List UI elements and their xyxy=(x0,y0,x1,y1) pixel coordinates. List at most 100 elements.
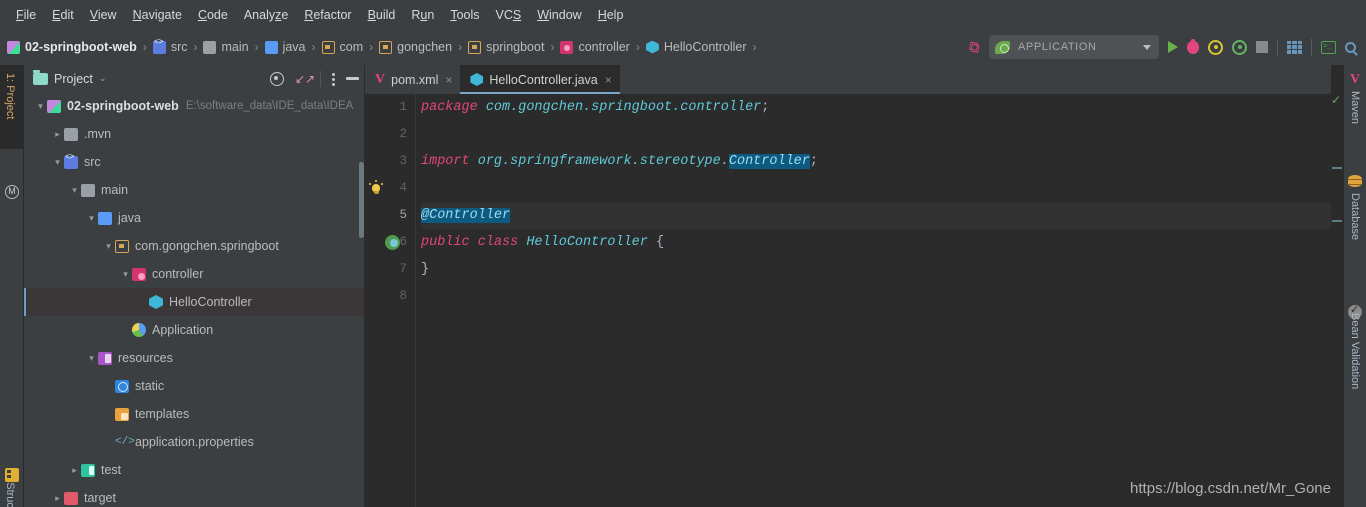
error-stripe-marker-bar[interactable]: ✓ xyxy=(1331,65,1343,507)
source-root-icon xyxy=(152,38,166,54)
tree-node-static[interactable]: static xyxy=(24,372,365,400)
code-line-6[interactable]: public class HelloController { xyxy=(421,229,1343,256)
menu-item-code[interactable]: Code xyxy=(190,5,236,25)
menu-item-run[interactable]: Run xyxy=(403,5,442,25)
main-toolbar: 02-springboot-web › src › main › java › com › gong… xyxy=(0,29,1366,65)
chevron-down-icon[interactable]: ▾ xyxy=(119,269,132,280)
breadcrumb-item-02-springboot-web[interactable]: 02-springboot-web xyxy=(7,40,137,54)
chevron-down-icon[interactable]: ⌄ xyxy=(99,73,107,84)
layout-icon[interactable] xyxy=(1287,40,1302,54)
run-configuration-selector[interactable]: APPLICATION xyxy=(989,35,1159,59)
chevron-right-icon[interactable]: ▸ xyxy=(51,493,64,504)
chevron-down-icon[interactable]: ▾ xyxy=(85,213,98,224)
code-token: Controller xyxy=(728,154,810,169)
sidebar-item-bean-validation[interactable]: Bean Validation xyxy=(1349,313,1361,389)
breadcrumb-item-main[interactable]: main xyxy=(203,40,249,54)
code-line-3[interactable]: import org.springframework.stereotype.Co… xyxy=(421,148,1343,175)
code-line-7[interactable]: } xyxy=(421,256,1343,283)
intention-bulb-icon[interactable] xyxy=(369,180,383,196)
run-icon[interactable] xyxy=(1168,41,1178,53)
menu-item-tools[interactable]: Tools xyxy=(442,5,487,25)
tree-node-resources[interactable]: ▾ resources xyxy=(24,344,365,372)
gutter-line-number: 7 xyxy=(399,262,407,276)
tree-node-java[interactable]: ▾ java xyxy=(24,204,365,232)
stop-icon[interactable] xyxy=(1256,41,1268,53)
chevron-right-icon[interactable]: ▸ xyxy=(51,129,64,140)
chevron-down-icon[interactable]: ▾ xyxy=(68,185,81,196)
chevron-down-icon[interactable]: ▾ xyxy=(102,241,115,252)
tree-node--mvn[interactable]: ▸ .mvn xyxy=(24,120,365,148)
sidebar-item-project-label: 1: Project xyxy=(4,73,16,120)
chevron-down-icon[interactable]: ▾ xyxy=(85,353,98,364)
sidebar-item-project[interactable]: 1: Project xyxy=(4,73,16,119)
tree-node-test[interactable]: ▸ test xyxy=(24,456,365,484)
code-editor[interactable]: 1 2 3 4 5 6 7 8 package com.gongchen.springboot… xyxy=(365,94,1343,507)
code-content[interactable]: package com.gongchen.springboot.controll… xyxy=(415,94,1343,507)
debug-icon[interactable] xyxy=(1187,38,1199,54)
run-with-coverage-icon[interactable] xyxy=(1208,39,1223,55)
code-line-2[interactable] xyxy=(421,121,1343,148)
maven-icon[interactable]: M xyxy=(5,185,19,199)
folder-blue-icon xyxy=(98,211,112,225)
menu-item-help[interactable]: Help xyxy=(590,5,632,25)
collapse-all-icon[interactable]: ↙↗ xyxy=(295,72,315,86)
profiler-icon[interactable] xyxy=(1232,39,1247,55)
hammer-icon[interactable]: ⧉ xyxy=(968,38,982,57)
code-line-4[interactable] xyxy=(421,175,1343,202)
spring-bean-icon[interactable] xyxy=(385,235,400,250)
chevron-down-icon[interactable] xyxy=(1143,44,1151,50)
locate-icon[interactable] xyxy=(270,71,284,86)
stripe-marker[interactable] xyxy=(1332,220,1342,222)
tree-node-application-properties[interactable]: </> application.properties xyxy=(24,428,365,456)
chevron-down-icon[interactable]: ▾ xyxy=(34,101,47,112)
menu-item-file[interactable]: File xyxy=(8,5,44,25)
maven-xml-icon: V xyxy=(375,71,386,87)
sidebar-item-database[interactable]: Database xyxy=(1349,193,1361,240)
tree-node-templates[interactable]: templates xyxy=(24,400,365,428)
code-line-1[interactable]: package com.gongchen.springboot.controll… xyxy=(421,94,1343,121)
menu-item-build[interactable]: Build xyxy=(360,5,404,25)
tree-node-02-springboot-web[interactable]: ▾ 02-springboot-web E:\software_data\IDE_d… xyxy=(24,92,365,120)
breadcrumb-item-controller[interactable]: controller xyxy=(560,40,630,54)
sidebar-item-maven[interactable]: Maven xyxy=(1349,91,1361,124)
hide-icon[interactable] xyxy=(346,77,359,80)
code-line-5[interactable]: @Controller xyxy=(421,202,1343,229)
menu-item-refactor[interactable]: Refactor xyxy=(296,5,359,25)
menu-item-view[interactable]: View xyxy=(82,5,125,25)
project-tree[interactable]: ▾ 02-springboot-web E:\software_data\IDE_d… xyxy=(24,92,365,507)
stripe-marker[interactable] xyxy=(1332,167,1342,169)
tree-node-com-gongchen-springboot[interactable]: ▾ com.gongchen.springboot xyxy=(24,232,365,260)
search-icon[interactable] xyxy=(1345,41,1356,53)
tree-node-target[interactable]: ▸ target xyxy=(24,484,365,507)
menu-item-analyze[interactable]: Analyze xyxy=(236,5,296,25)
breadcrumb-item-com[interactable]: com xyxy=(321,40,363,54)
breadcrumb-item-src[interactable]: src xyxy=(152,38,187,54)
options-icon[interactable] xyxy=(332,72,335,86)
chevron-down-icon[interactable]: ▾ xyxy=(51,157,64,168)
tree-node-controller[interactable]: ▾ controller xyxy=(24,260,365,288)
tree-node-main[interactable]: ▾ main xyxy=(24,176,365,204)
tree-node-hellocontroller[interactable]: HelloController xyxy=(24,288,365,316)
close-icon[interactable]: × xyxy=(445,73,452,87)
menu-item-window[interactable]: Window xyxy=(529,5,589,25)
breadcrumb-item-gongchen[interactable]: gongchen xyxy=(379,40,452,54)
tree-node-application[interactable]: Application xyxy=(24,316,365,344)
chevron-right-icon[interactable]: ▸ xyxy=(68,465,81,476)
maven-icon[interactable]: V xyxy=(1348,73,1362,87)
menu-item-edit[interactable]: Edit xyxy=(44,5,82,25)
code-line-8[interactable] xyxy=(421,283,1343,310)
menu-item-vcs[interactable]: VCS xyxy=(488,5,530,25)
close-icon[interactable]: × xyxy=(605,73,612,87)
editor-gutter[interactable]: 1 2 3 4 5 6 7 8 xyxy=(365,94,415,507)
breadcrumb-item-springboot[interactable]: springboot xyxy=(468,40,544,54)
breadcrumb-item-hellocontroller[interactable]: HelloController xyxy=(645,40,747,54)
terminal-icon[interactable] xyxy=(1321,40,1336,54)
breadcrumb-item-java[interactable]: java xyxy=(264,40,306,54)
breadcrumb-separator: › xyxy=(254,40,259,54)
menu-item-navigate[interactable]: Navigate xyxy=(125,5,190,25)
structure-icon[interactable] xyxy=(5,468,19,482)
editor-tab-pom-xml[interactable]: Vpom.xml × xyxy=(365,65,460,94)
editor-tab-hellocontroller-java[interactable]: HelloController.java × xyxy=(460,65,621,94)
database-icon[interactable] xyxy=(1348,175,1362,187)
tree-node-src[interactable]: ▾ src xyxy=(24,148,365,176)
